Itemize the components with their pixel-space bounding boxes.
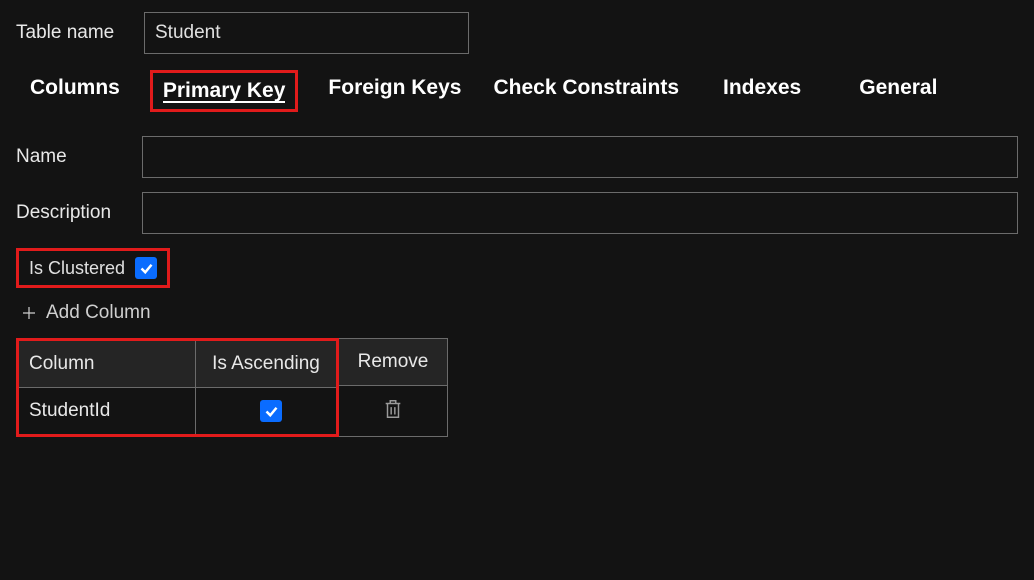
remove-button[interactable] — [382, 398, 404, 420]
is-ascending-checkbox[interactable] — [260, 400, 282, 422]
tab-columns[interactable]: Columns — [28, 70, 122, 112]
tab-foreign-keys[interactable]: Foreign Keys — [326, 70, 463, 112]
description-row: Description — [16, 192, 1018, 234]
check-icon — [264, 404, 279, 419]
plus-icon — [18, 302, 40, 324]
is-clustered-label: Is Clustered — [29, 258, 125, 279]
description-label: Description — [16, 202, 136, 224]
tab-check-constraints[interactable]: Check Constraints — [491, 70, 681, 112]
pk-boxed-area: Column StudentId Is Ascending — [16, 338, 339, 437]
tab-indexes[interactable]: Indexes — [721, 70, 803, 112]
tabs: Columns Primary Key Foreign Keys Check C… — [28, 70, 1018, 112]
table-name-row: Table name — [16, 12, 1018, 54]
check-icon — [139, 261, 154, 276]
th-remove: Remove — [339, 339, 447, 385]
name-row: Name — [16, 136, 1018, 178]
description-input[interactable] — [142, 192, 1018, 234]
tab-general[interactable]: General — [857, 70, 939, 112]
is-clustered-checkbox[interactable] — [135, 257, 157, 279]
pk-columns-table: Column StudentId Is Ascending Remove — [16, 338, 448, 437]
td-is-ascending — [196, 388, 336, 434]
td-column[interactable]: StudentId — [19, 388, 195, 434]
th-column: Column — [19, 341, 195, 387]
add-column-button[interactable]: Add Column — [18, 302, 151, 324]
th-is-ascending: Is Ascending — [196, 341, 336, 387]
table-name-input[interactable] — [144, 12, 469, 54]
td-remove — [339, 386, 447, 432]
tab-primary-key[interactable]: Primary Key — [150, 70, 299, 112]
add-column-label: Add Column — [46, 302, 151, 324]
is-clustered-group: Is Clustered — [16, 248, 170, 288]
trash-icon — [382, 398, 404, 420]
name-label: Name — [16, 146, 136, 168]
table-name-label: Table name — [16, 22, 136, 44]
name-input[interactable] — [142, 136, 1018, 178]
